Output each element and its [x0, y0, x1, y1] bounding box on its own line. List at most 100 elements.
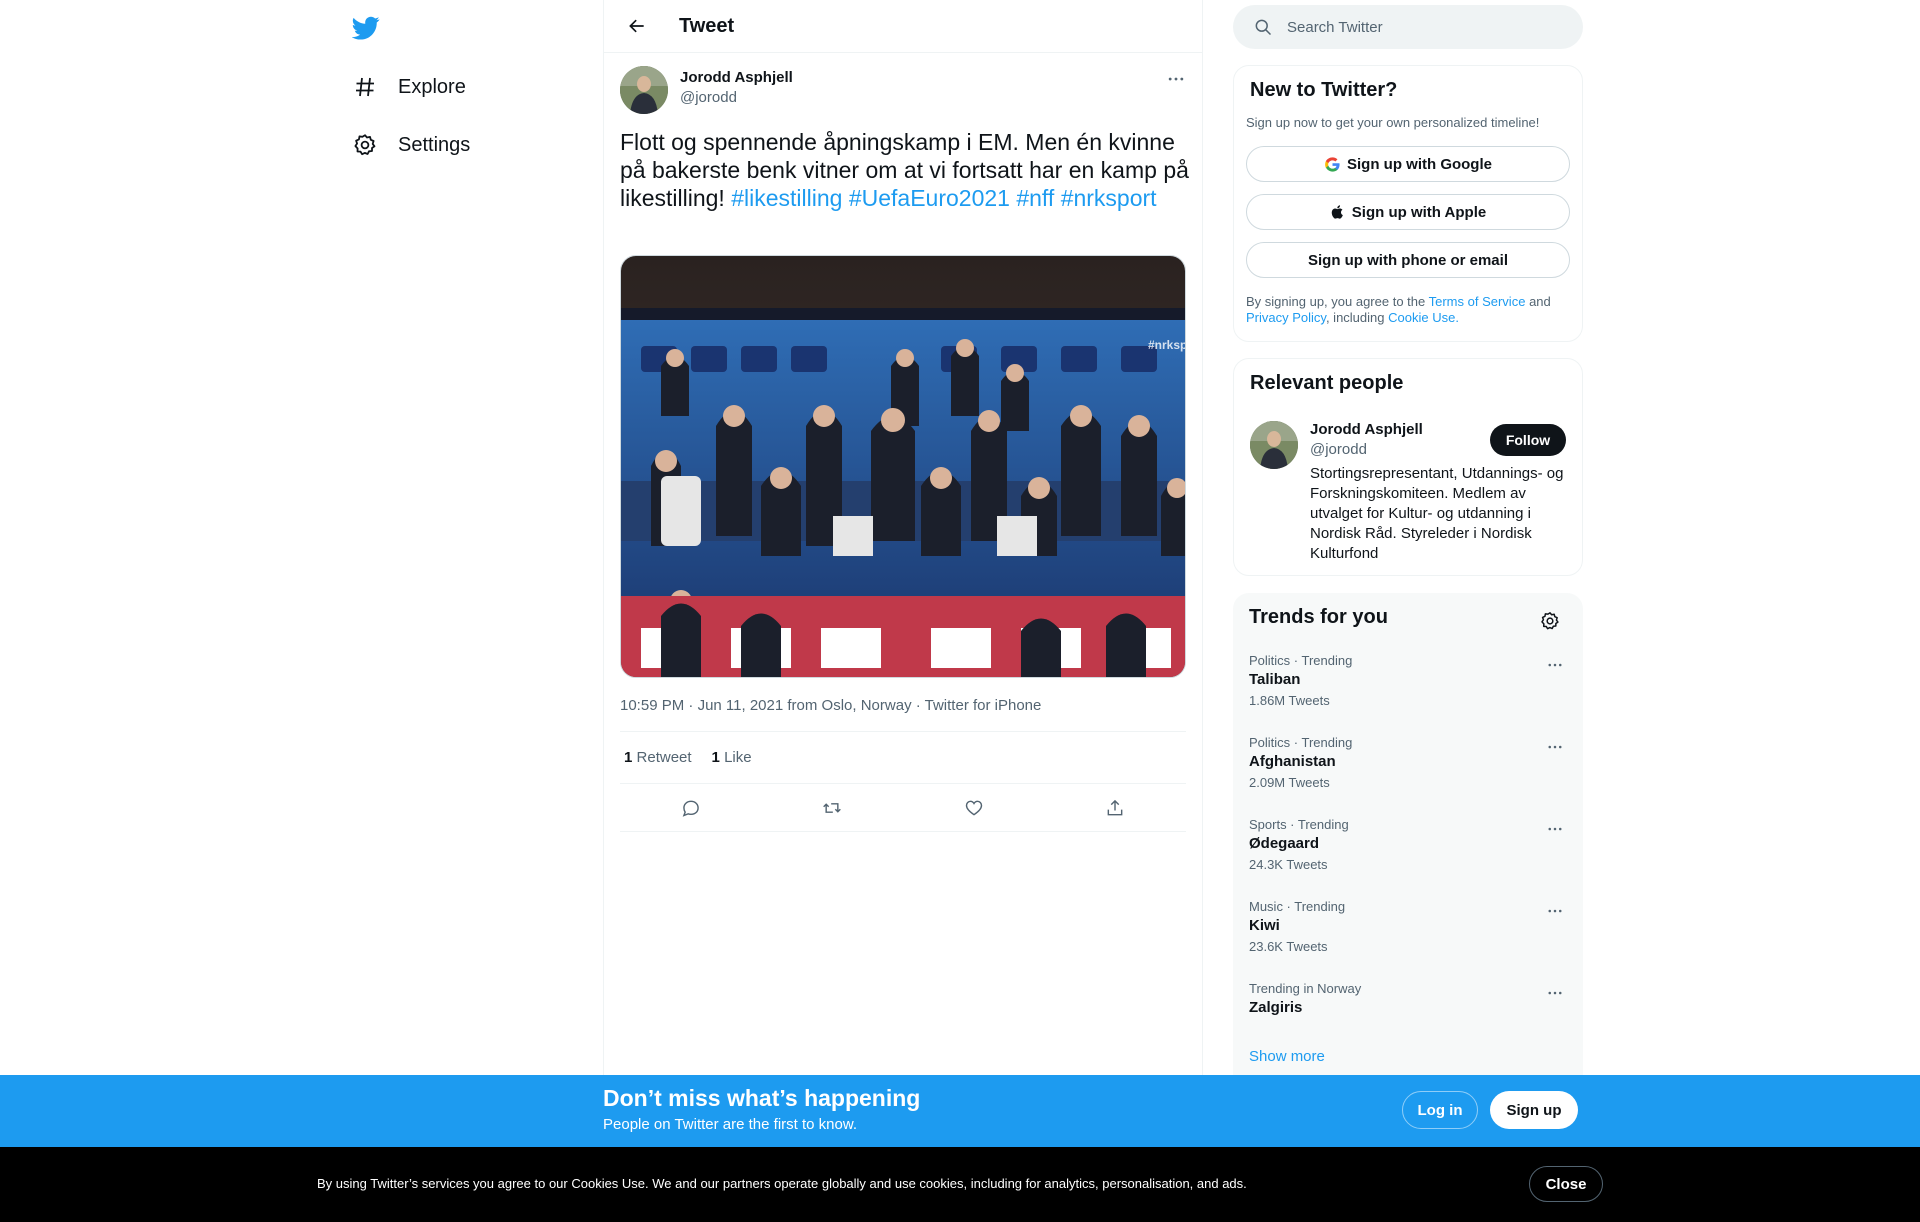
hashtag-link[interactable]: #nff — [1016, 185, 1054, 211]
cookie-text: By using Twitter’s services you agree to… — [317, 1176, 1247, 1191]
search-icon — [1253, 17, 1273, 37]
more-options-icon[interactable] — [1543, 899, 1567, 923]
page-title: Tweet — [679, 14, 735, 37]
like-icon[interactable] — [956, 790, 992, 826]
nav-explore-label: Explore — [398, 75, 466, 98]
more-options-icon[interactable] — [1543, 735, 1567, 759]
tweet-location[interactable]: from Oslo, Norway — [787, 697, 911, 714]
hashtag-link[interactable]: #nrksport — [1061, 185, 1157, 211]
nav-settings[interactable]: Settings — [352, 125, 470, 165]
search-input[interactable] — [1287, 18, 1567, 36]
trend-name: Kiwi — [1249, 917, 1280, 934]
signup-apple-button[interactable]: Sign up with Apple — [1246, 194, 1570, 230]
banner-subtitle: People on Twitter are the first to know. — [603, 1116, 858, 1133]
twitter-bird-icon[interactable] — [351, 14, 380, 42]
trend-count: 24.3K Tweets — [1249, 857, 1328, 872]
retweet-label: Retweet — [636, 749, 692, 766]
trend-item[interactable]: Sports · Trending Ødegaard 24.3K Tweets — [1233, 817, 1583, 899]
panel-title: Relevant people — [1250, 372, 1404, 394]
signup-apple-label: Sign up with Apple — [1351, 203, 1487, 221]
more-options-icon[interactable] — [1161, 64, 1191, 94]
person-name[interactable]: Jorodd Asphjell — [1310, 421, 1423, 438]
tweet-meta: 10:59 PM · Jun 11, 2021 from Oslo, Norwa… — [620, 697, 1042, 714]
tweet-header: Tweet — [604, 0, 1202, 53]
author-name[interactable]: Jorodd Asphjell — [680, 69, 793, 86]
cookie-bar: By using Twitter’s services you agree to… — [0, 1147, 1920, 1222]
tweet-actions — [620, 784, 1186, 832]
retweet-count: 1 — [624, 749, 633, 766]
legal-text: By signing up, you agree to the Terms of… — [1246, 294, 1572, 326]
avatar[interactable] — [1250, 421, 1298, 469]
trend-item[interactable]: Music · Trending Kiwi 23.6K Tweets — [1233, 899, 1583, 981]
share-icon[interactable] — [1097, 790, 1133, 826]
trend-category: Politics · Trending — [1249, 735, 1353, 750]
follow-button[interactable]: Follow — [1490, 424, 1566, 456]
close-button[interactable]: Close — [1529, 1166, 1603, 1202]
trend-item[interactable]: Politics · Trending Afghanistan 2.09M Tw… — [1233, 735, 1583, 817]
legal-pre: By signing up, you agree to the — [1246, 294, 1426, 309]
show-more-link[interactable]: Show more — [1249, 1048, 1325, 1065]
trend-category: Sports · Trending — [1249, 817, 1349, 832]
hashtag-link[interactable]: #likestilling — [731, 185, 842, 211]
more-options-icon[interactable] — [1543, 981, 1567, 1005]
author-handle[interactable]: @jorodd — [680, 89, 737, 106]
hashtag-link[interactable]: #UefaEuro2021 — [849, 185, 1010, 211]
signup-phone-label: Sign up with phone or email — [1307, 251, 1508, 269]
relevant-people-panel: Relevant people Jorodd Asphjell @jorodd … — [1233, 358, 1583, 576]
signup-banner: Don’t miss what’s happening People on Tw… — [0, 1075, 1920, 1147]
avatar[interactable] — [620, 66, 668, 114]
nav-settings-label: Settings — [398, 133, 471, 156]
like-stat[interactable]: 1 Like — [712, 749, 752, 766]
trend-category: Politics · Trending — [1249, 653, 1353, 668]
more-options-icon[interactable] — [1543, 653, 1567, 677]
trend-category: Trending in Norway — [1249, 981, 1362, 996]
trend-count: 23.6K Tweets — [1249, 939, 1328, 954]
trend-count: 1.86M Tweets — [1249, 693, 1330, 708]
trend-name: Zalgiris — [1249, 999, 1303, 1016]
more-options-icon[interactable] — [1543, 817, 1567, 841]
trend-item[interactable]: Politics · Trending Taliban 1.86M Tweets — [1233, 653, 1583, 735]
tweet-photo[interactable]: #nrksp — [620, 255, 1186, 678]
like-count: 1 — [711, 749, 720, 766]
retweet-icon[interactable] — [814, 790, 850, 826]
hashtag-icon — [352, 74, 378, 100]
signup-google-button[interactable]: Sign up with Google — [1246, 146, 1570, 182]
trend-name: Ødegaard — [1249, 835, 1320, 852]
apple-icon — [1330, 204, 1346, 220]
trend-name: Afghanistan — [1249, 753, 1336, 770]
signup-google-label: Sign up with Google — [1347, 155, 1492, 173]
trend-name: Taliban — [1249, 671, 1301, 688]
trend-count: 2.09M Tweets — [1249, 775, 1330, 790]
panel-title: Trends for you — [1249, 606, 1388, 628]
login-button[interactable]: Log in — [1402, 1091, 1478, 1129]
signup-phone-button[interactable]: Sign up with phone or email — [1246, 242, 1570, 278]
privacy-link[interactable]: Privacy Policy — [1246, 310, 1326, 325]
legal-including: , including — [1325, 310, 1385, 325]
google-icon — [1324, 156, 1341, 173]
media-watermark: #nrksp — [1148, 338, 1186, 352]
gear-icon[interactable] — [1535, 606, 1565, 636]
cookie-link[interactable]: Cookie Use. — [1388, 310, 1459, 325]
new-to-twitter-panel: New to Twitter? Sign up now to get your … — [1233, 65, 1583, 342]
arrow-left-icon[interactable] — [617, 6, 657, 46]
trends-panel: Trends for you Politics · Trending Talib… — [1233, 593, 1583, 1075]
gear-icon — [352, 132, 378, 158]
retweet-stat[interactable]: 1 Retweet — [624, 749, 692, 766]
tweet-date[interactable]: Jun 11, 2021 — [698, 697, 784, 714]
search-bar[interactable] — [1233, 5, 1583, 49]
tweet-text: Flott og spennende åpningskamp i EM. Men… — [620, 128, 1190, 212]
panel-subtitle: Sign up now to get your own personalized… — [1246, 115, 1540, 130]
nav-explore[interactable]: Explore — [352, 67, 466, 107]
legal-and: and — [1529, 294, 1551, 309]
reply-icon[interactable] — [673, 790, 709, 826]
tweet-source[interactable]: Twitter for iPhone — [925, 697, 1042, 714]
tweet-stats: 1 Retweet 1 Like — [620, 731, 1186, 784]
tweet-time[interactable]: 10:59 PM — [620, 697, 684, 714]
person-bio: Stortingsrepresentant, Utdannings- og Fo… — [1310, 465, 1564, 562]
person-handle[interactable]: @jorodd — [1310, 441, 1367, 458]
like-label: Like — [724, 749, 752, 766]
trend-category: Music · Trending — [1249, 899, 1346, 914]
signup-button[interactable]: Sign up — [1490, 1091, 1578, 1129]
terms-link[interactable]: Terms of Service — [1429, 294, 1526, 309]
banner-title: Don’t miss what’s happening — [603, 1085, 921, 1111]
